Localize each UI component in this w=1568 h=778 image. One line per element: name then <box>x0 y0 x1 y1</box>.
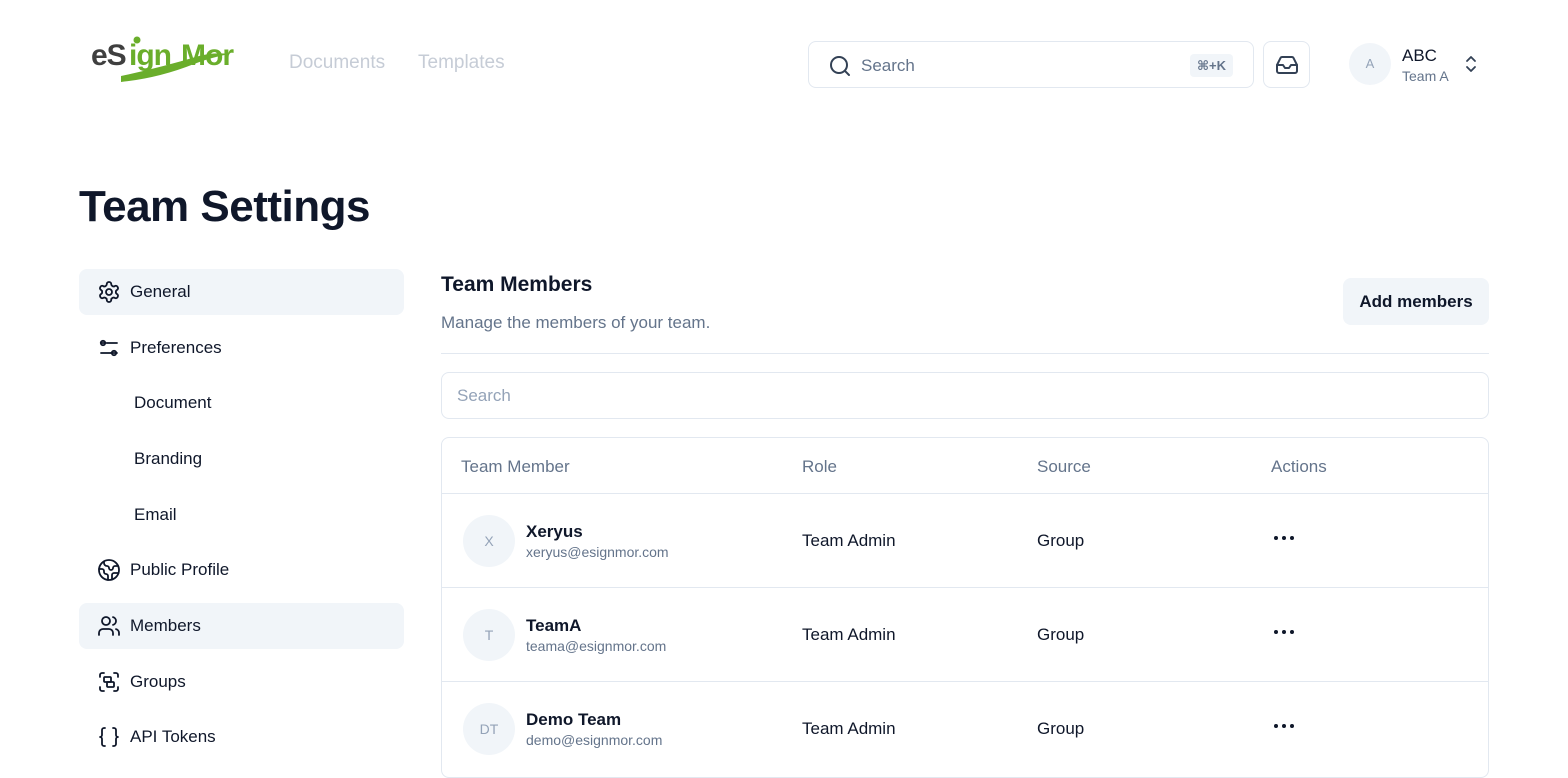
search-shortcut: ⌘+K <box>1189 54 1233 77</box>
svg-text:Mor: Mor <box>181 39 234 72</box>
column-header: Role <box>802 457 837 476</box>
divider <box>441 353 1489 354</box>
sidebar-item-label: API Tokens <box>130 727 216 746</box>
braces-icon <box>99 727 119 747</box>
more-horizontal-icon[interactable] <box>1271 713 1297 739</box>
inbox-button[interactable] <box>1263 41 1310 88</box>
table-header: Team Member Role Source Actions <box>442 438 1488 494</box>
member-email: xeryus@esignmor.com <box>526 544 669 560</box>
member-source: Group <box>1037 719 1085 738</box>
section-description: Manage the members of your team. <box>441 313 711 332</box>
add-members-button[interactable]: Add members <box>1343 278 1489 325</box>
search-label: Search <box>861 56 915 75</box>
sidebar-item-label: Document <box>134 393 212 412</box>
column-header: Source <box>1037 457 1091 476</box>
avatar: T <box>463 609 515 661</box>
avatar: A <box>1349 43 1391 85</box>
users-icon <box>98 616 120 636</box>
sidebar-item-label: General <box>130 282 191 301</box>
sidebar-item-label: Public Profile <box>130 560 230 579</box>
section-title: Team Members <box>441 273 593 296</box>
account-switcher[interactable]: A ABC Team A <box>1349 43 1489 87</box>
sidebar-item-document[interactable]: Document <box>79 380 404 426</box>
avatar: X <box>463 515 515 567</box>
sidebar-item-branding[interactable]: Branding <box>79 436 404 482</box>
column-header: Actions <box>1271 457 1327 476</box>
table-row: DT Demo Team demo@esignmor.com Team Admi… <box>442 682 1488 776</box>
member-name: Xeryus <box>526 522 583 541</box>
member-search-input[interactable] <box>441 372 1489 419</box>
avatar: DT <box>463 703 515 755</box>
sidebar-item-label: Members <box>130 616 201 635</box>
groups-icon <box>99 672 119 692</box>
sidebar-item-label: Branding <box>134 449 203 468</box>
member-source: Group <box>1037 531 1085 550</box>
member-email: teama@esignmor.com <box>526 638 667 654</box>
member-source: Group <box>1037 625 1085 644</box>
sidebar-item-api-tokens[interactable]: API Tokens <box>79 714 404 760</box>
sidebar-item-groups[interactable]: Groups <box>79 659 404 705</box>
nav-templates[interactable]: Templates <box>418 52 505 74</box>
page-title: Team Settings <box>79 182 370 231</box>
column-header: Team Member <box>461 457 570 476</box>
sidebar-item-members[interactable]: Members <box>79 603 404 649</box>
table-row: X Xeryus xeryus@esignmor.com Team Admin … <box>442 494 1488 588</box>
account-team: Team A <box>1402 68 1449 84</box>
more-horizontal-icon[interactable] <box>1271 619 1297 645</box>
members-table: Team Member Role Source Actions X Xeryus… <box>441 437 1489 778</box>
nav-documents[interactable]: Documents <box>289 52 385 74</box>
account-name: ABC <box>1402 46 1437 65</box>
table-row: T TeamA teama@esignmor.com Team Admin Gr… <box>442 588 1488 682</box>
svg-text:ign: ign <box>129 39 171 72</box>
sliders-icon <box>99 339 118 357</box>
sidebar-item-label: Preferences <box>130 338 222 357</box>
member-role: Team Admin <box>802 531 896 550</box>
sidebar-item-general[interactable]: General <box>79 269 404 315</box>
member-role: Team Admin <box>802 719 896 738</box>
inbox-icon <box>1276 56 1298 74</box>
member-name: Demo Team <box>526 710 622 729</box>
sidebar-item-email[interactable]: Email <box>79 492 404 538</box>
sidebar-item-preferences[interactable]: Preferences <box>79 325 404 371</box>
globe-icon <box>98 559 120 581</box>
member-role: Team Admin <box>802 625 896 644</box>
sidebar-item-public-profile[interactable]: Public Profile <box>79 547 404 593</box>
member-name: TeamA <box>526 616 582 635</box>
chevrons-up-down-icon <box>1466 56 1476 72</box>
svg-text:eS: eS <box>91 39 126 72</box>
sidebar-item-label: Groups <box>130 672 186 691</box>
top-header: eS ign Mor Documents Templates Search ⌘+… <box>0 0 1568 128</box>
global-search[interactable]: Search ⌘+K <box>808 41 1254 88</box>
sidebar-item-label: Email <box>134 505 177 524</box>
gear-icon <box>99 281 119 303</box>
search-icon <box>830 56 850 76</box>
more-horizontal-icon[interactable] <box>1271 525 1297 551</box>
member-email: demo@esignmor.com <box>526 732 663 748</box>
esignmor-logo[interactable]: eS ign Mor <box>89 32 237 88</box>
